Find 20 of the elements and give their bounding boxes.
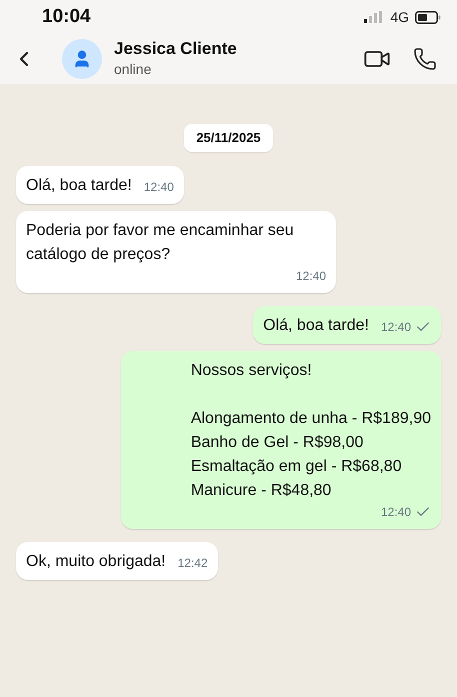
status-time: 10:04 [42, 4, 91, 29]
message-text: Ok, muito obrigada! [26, 552, 166, 572]
message-time: 12:40 [144, 178, 174, 196]
signal-icon [364, 11, 384, 23]
message-time: 12:42 [178, 554, 208, 572]
contact-status: online [114, 60, 152, 79]
battery-icon [415, 10, 441, 24]
network-label: 4G [390, 8, 409, 26]
phone-icon [413, 47, 437, 71]
avatar[interactable] [62, 39, 102, 79]
date-chip: 25/11/2025 [184, 124, 273, 152]
message-text: Olá, boa tarde! [263, 316, 369, 336]
voice-call-button[interactable] [413, 47, 437, 71]
message-text: Olá, boa tarde! [26, 176, 132, 196]
message-time: 12:40 [380, 318, 411, 336]
message-text: Nossos serviços! Alongamento de unha - R$189,90 Banho de Gel - R$98,00 Esmaltação em gel - R$68,80 Manicure - R$48,80 [190, 360, 431, 500]
contact-name: Jessica Cliente [114, 39, 238, 59]
message-time: 12:40 [380, 504, 411, 520]
message-text: Poderia por favor me encaminhar seu catálogo de preços? [26, 220, 295, 264]
message-time: 12:40 [296, 268, 326, 284]
